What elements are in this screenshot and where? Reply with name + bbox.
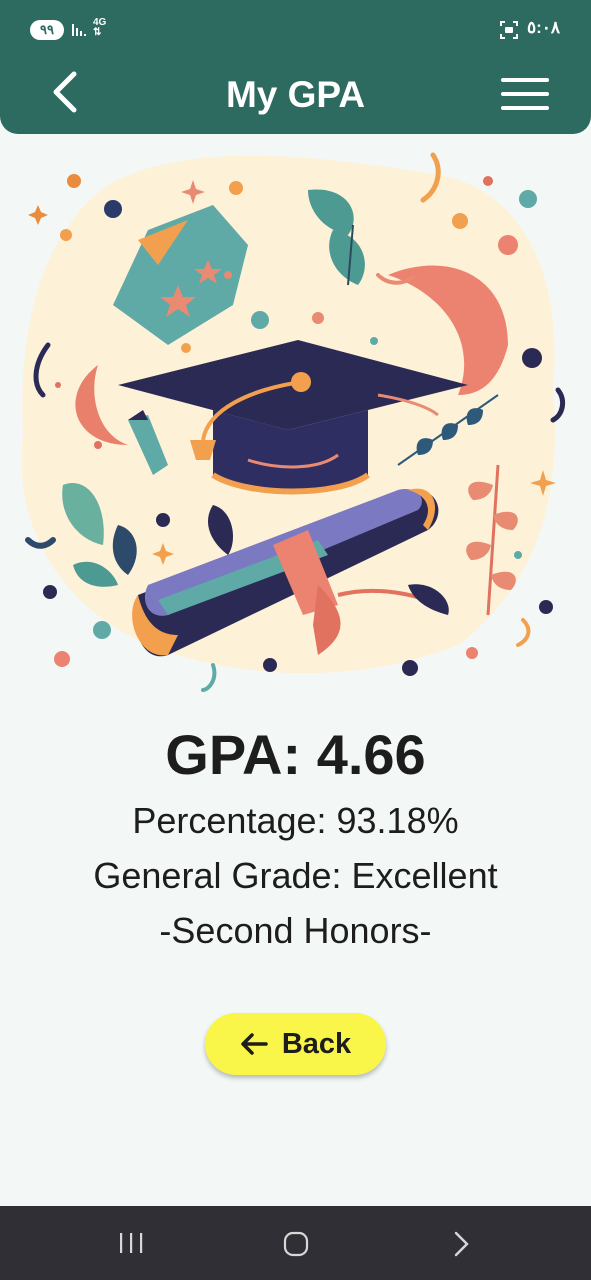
general-grade-text: General Grade: Excellent <box>93 855 498 896</box>
percentage-text: Percentage: 93.18% <box>132 800 459 841</box>
home-icon[interactable] <box>283 1231 311 1257</box>
gpa-value: GPA: 4.66 <box>165 723 426 786</box>
back-button[interactable]: Back <box>205 1013 386 1075</box>
graduation-illustration <box>21 152 566 692</box>
status-bar: ٩٩ 4G ⇅ ٥:٠٨ <box>0 0 591 60</box>
back-button-label: Back <box>281 1027 352 1060</box>
clock: ٥:٠٨ <box>527 18 561 37</box>
signal-icon <box>72 24 86 36</box>
system-nav-bar <box>0 1206 591 1280</box>
menu-icon[interactable] <box>500 76 550 112</box>
honors-text: -Second Honors- <box>159 910 432 951</box>
recent-apps-icon[interactable] <box>118 1231 146 1255</box>
network-type: 4G ⇅ <box>93 17 107 38</box>
screen-icon <box>500 21 518 39</box>
battery-indicator: ٩٩ <box>30 20 64 40</box>
app-bar: My GPA <box>0 58 591 134</box>
arrow-left-icon <box>241 1033 268 1055</box>
back-icon[interactable] <box>452 1231 472 1257</box>
